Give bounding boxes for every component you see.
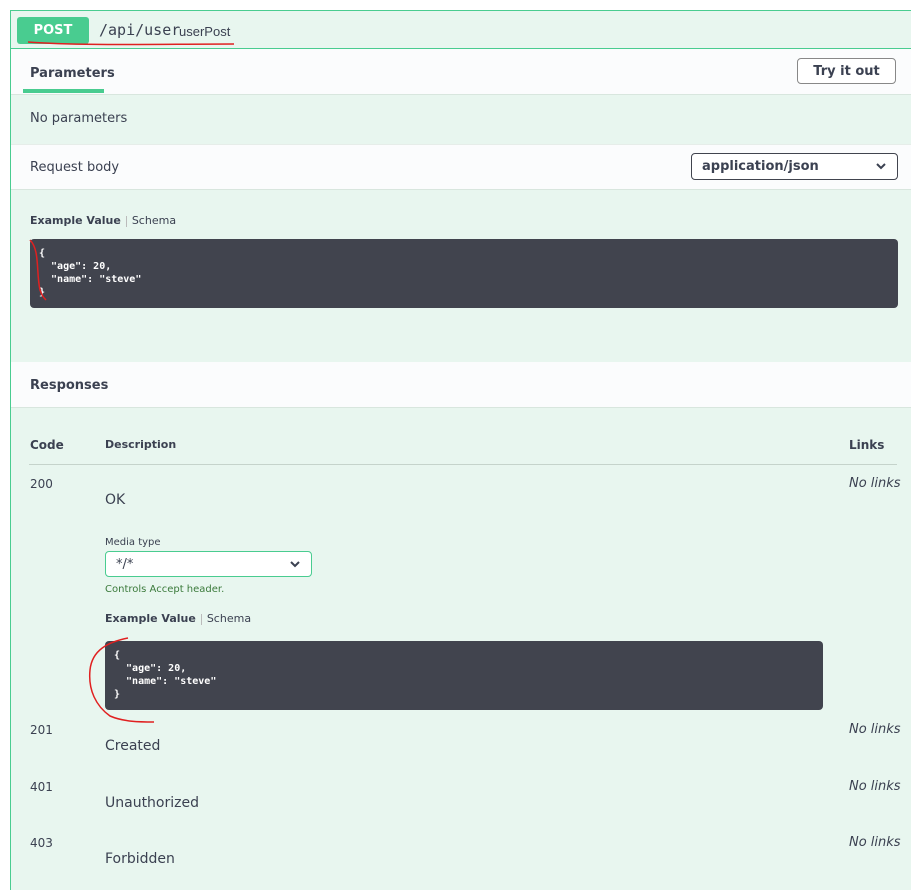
response-description: Unauthorized xyxy=(105,795,199,811)
response-description: Forbidden xyxy=(105,851,175,867)
chevron-down-icon xyxy=(876,163,886,170)
response-code: 200 xyxy=(30,477,53,491)
no-parameters-text: No parameters xyxy=(30,111,128,126)
response-code: 403 xyxy=(30,836,53,850)
request-example-code: { "age": 20, "name": "steve" } xyxy=(30,239,898,308)
tab-example-value[interactable]: Example Value xyxy=(30,214,121,227)
content-type-value: application/json xyxy=(702,159,819,174)
content-type-select[interactable]: application/json xyxy=(691,153,898,180)
table-header-divider xyxy=(29,464,897,465)
tab-separator xyxy=(125,215,127,227)
accept-header-note: Controls Accept header. xyxy=(105,584,225,595)
parameters-header: Parameters Try it out xyxy=(11,49,911,95)
tab-separator xyxy=(200,613,202,625)
operation-summary[interactable]: POST /api/user userPost xyxy=(11,11,911,49)
media-type-value: */* xyxy=(116,557,134,572)
response-links: No links xyxy=(849,779,901,794)
post-operation-block: POST /api/user userPost Parameters Try i… xyxy=(10,10,911,890)
try-it-out-button[interactable]: Try it out xyxy=(797,58,896,84)
response-description: Created xyxy=(105,738,161,754)
responses-header: Responses xyxy=(11,362,911,408)
responses-title: Responses xyxy=(30,378,109,393)
media-type-label: Media type xyxy=(105,537,161,548)
response-links: No links xyxy=(849,722,901,737)
header-description: Description xyxy=(105,438,177,451)
media-type-select[interactable]: */* xyxy=(105,551,312,577)
response-code: 201 xyxy=(30,723,53,737)
response-links: No links xyxy=(849,476,901,491)
tab-active-indicator xyxy=(23,89,104,93)
tab-parameters[interactable]: Parameters xyxy=(30,66,115,81)
response-description: OK xyxy=(105,492,126,508)
response-code: 401 xyxy=(30,780,53,794)
response-example-code: { "age": 20, "name": "steve" } xyxy=(105,641,823,710)
method-badge: POST xyxy=(17,17,89,44)
header-code: Code xyxy=(30,438,64,452)
response-links: No links xyxy=(849,835,901,850)
tab-schema[interactable]: Schema xyxy=(132,214,176,227)
response-example-tabs: Example Value Schema xyxy=(105,612,251,625)
request-body-label: Request body xyxy=(30,160,120,175)
request-body-header: Request body application/json xyxy=(11,144,911,190)
chevron-down-icon xyxy=(290,561,300,568)
operation-id: userPost xyxy=(179,24,231,39)
operation-path: /api/user xyxy=(99,21,181,39)
tab-example-value[interactable]: Example Value xyxy=(105,612,196,625)
request-example-tabs: Example Value Schema xyxy=(30,214,176,227)
tab-schema[interactable]: Schema xyxy=(207,612,251,625)
header-links: Links xyxy=(849,438,885,452)
